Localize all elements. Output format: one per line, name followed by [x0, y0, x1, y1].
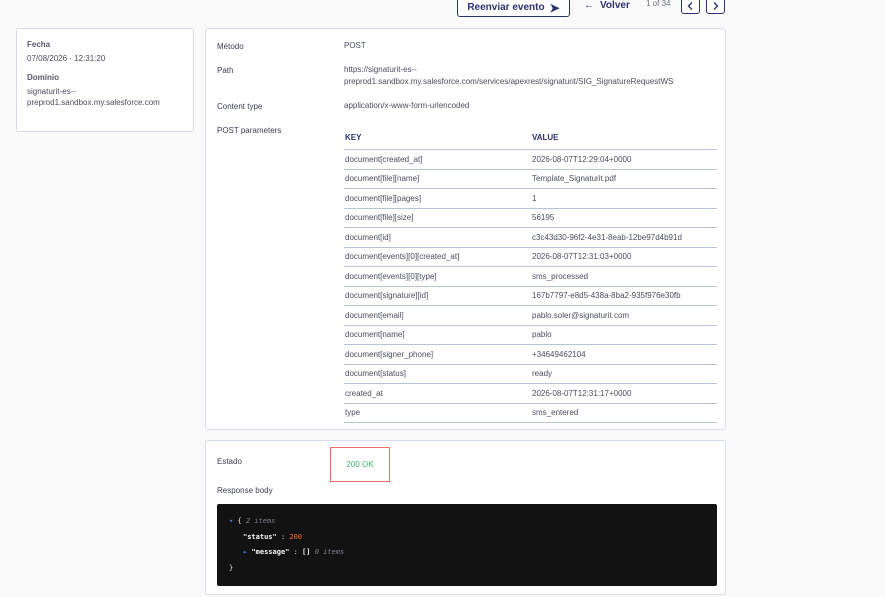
table-row: document[file][size] 56195 — [344, 209, 717, 228]
path-value-line-2: preprod1.sandbox.my.salesforce.com/servi… — [344, 77, 674, 86]
table-row: document[id] c3c43d30-96f2-4e31-8eab-12be… — [344, 228, 717, 248]
back-label: Volver — [600, 0, 630, 11]
pager-count: 1 of 34 — [646, 0, 671, 8]
param-value: Template_Signaturit.pdf — [532, 174, 617, 184]
send-arrow-icon: ➤ — [549, 0, 560, 15]
table-row: document[status] ready — [344, 365, 717, 384]
table-header: KEY VALUE — [344, 125, 717, 150]
method-value: POST — [344, 41, 366, 50]
json-message-line: ▸ "message" : [] 0 items — [243, 548, 345, 556]
param-key: document[file][pages] — [345, 193, 422, 203]
domain-value: signaturit-es-- preprod1.sandbox.my.sale… — [27, 86, 183, 108]
param-key: document[signature][id] — [345, 291, 429, 301]
param-value: ready — [532, 369, 553, 379]
param-key: document[events][0][created_at] — [345, 252, 460, 262]
param-value: sms_processed — [532, 271, 589, 281]
post-parameters-table: KEY VALUE document[created_at] 2026-08-07… — [344, 125, 717, 423]
param-key: document[created_at] — [345, 154, 423, 164]
domain-value-line-1: signaturit-es-- — [27, 87, 76, 96]
param-key: document[name] — [345, 330, 405, 340]
table-row: document[file][name] Template_Signaturit.… — [344, 170, 717, 189]
arrow-left-icon: ← — [584, 0, 594, 11]
key-header: KEY — [345, 132, 362, 142]
table-row: document[events][0][created_at] 2026-08-0… — [344, 248, 717, 267]
path-value-line-1: https://signaturit-es-- — [344, 65, 417, 74]
response-body-label: Response body — [217, 486, 273, 495]
next-page-button[interactable] — [706, 0, 725, 14]
content-type-value: application/x-www-form-urlencoded — [344, 101, 470, 110]
json-open-brace: { — [237, 517, 242, 525]
domain-label: Dominio — [27, 73, 59, 82]
response-card: Estado 200 OK Response body ▾ { 2 items … — [205, 440, 726, 595]
param-value: c3c43d30-96f2-4e31-8eab-12be97d4b91d — [532, 232, 682, 242]
param-value: 1 — [532, 193, 537, 203]
method-label: Método — [217, 42, 244, 51]
param-value: +34649462104 — [532, 349, 586, 359]
toolbar: Reenviar evento ➤ ← Volver 1 of 34 — [0, 0, 885, 20]
json-message-count: 0 items — [314, 548, 345, 556]
json-status-value: 200 — [289, 532, 303, 541]
param-value: 2026-08-07T12:31:17+0000 — [532, 388, 632, 398]
value-header: VALUE — [532, 132, 559, 142]
path-value: https://signaturit-es-- preprod1.sandbox… — [344, 64, 673, 88]
content-type-label: Content type — [217, 102, 263, 111]
json-message-key: "message" — [251, 548, 290, 556]
chevron-left-icon — [687, 2, 693, 10]
date-label: Fecha — [27, 40, 51, 49]
param-value: pablo — [532, 330, 552, 340]
status-label: Estado — [217, 457, 242, 466]
table-row: document[signer_phone] +34649462104 — [344, 345, 717, 365]
previous-page-button[interactable] — [681, 0, 700, 14]
param-key: document[email] — [345, 310, 404, 320]
json-item-count: 2 items — [245, 517, 276, 525]
date-value: 07/08/2026 · 12:31:20 — [27, 54, 106, 63]
request-card: Método POST Path https://signaturit-es--… — [205, 28, 726, 430]
json-close-line: } — [229, 561, 705, 577]
json-message-value: [] — [302, 548, 311, 556]
status-value: 200 OK — [346, 460, 374, 469]
table-row: created_at 2026-08-07T12:31:17+0000 — [344, 384, 717, 404]
json-status-line: "status" : 200 — [243, 532, 303, 541]
table-body: document[created_at] 2026-08-07T12:29:04+… — [344, 150, 717, 423]
param-value: pablo.soler@signaturit.com — [532, 310, 630, 320]
param-value: 56195 — [532, 213, 555, 223]
table-row: document[file][pages] 1 — [344, 189, 717, 209]
param-value: 2026-08-07T12:29:04+0000 — [532, 154, 632, 164]
resend-event-button[interactable]: Reenviar evento ➤ — [457, 0, 570, 17]
expand-caret-icon[interactable]: ▸ — [243, 548, 247, 556]
param-key: document[file][size] — [345, 213, 414, 223]
status-badge: 200 OK — [330, 447, 390, 482]
param-value: sms_entered — [532, 408, 579, 418]
post-parameters-label: POST parameters — [217, 126, 282, 135]
param-key: document[signer_phone] — [345, 349, 434, 359]
json-status-key: "status" — [243, 532, 277, 541]
domain-value-line-2: preprod1.sandbox.my.salesforce.com — [27, 98, 160, 107]
param-key: document[file][name] — [345, 174, 420, 184]
param-value: 2026-08-07T12:31:03+0000 — [532, 252, 632, 262]
json-root-line: ▾ { 2 items — [229, 514, 705, 530]
table-row: document[name] pablo — [344, 326, 717, 345]
path-label: Path — [217, 66, 234, 75]
chevron-right-icon — [713, 2, 719, 10]
resend-label: Reenviar evento — [467, 2, 545, 13]
param-key: type — [345, 408, 361, 418]
back-button[interactable]: ← Volver — [584, 0, 630, 12]
param-key: document[events][0][type] — [345, 271, 437, 281]
param-value: 167b7797-e8d5-438a-8ba2-935f976e30fb — [532, 291, 681, 301]
param-key: document[id] — [345, 232, 391, 242]
event-meta-card: Fecha 07/08/2026 · 12:31:20 Dominio sign… — [16, 28, 194, 132]
table-row: document[signature][id] 167b7797-e8d5-438… — [344, 287, 717, 306]
response-body-viewer: ▾ { 2 items "status" : 200 ▸ "message" :… — [217, 504, 717, 586]
collapse-caret-icon[interactable]: ▾ — [229, 517, 233, 525]
param-key: created_at — [345, 388, 383, 398]
table-row: document[events][0][type] sms_processed — [344, 267, 717, 287]
param-key: document[status] — [345, 369, 406, 379]
table-row: type sms_entered — [344, 404, 717, 423]
table-row: document[created_at] 2026-08-07T12:29:04+… — [344, 150, 717, 170]
json-close-brace: } — [229, 563, 234, 572]
table-row: document[email] pablo.soler@signaturit.co… — [344, 306, 717, 326]
